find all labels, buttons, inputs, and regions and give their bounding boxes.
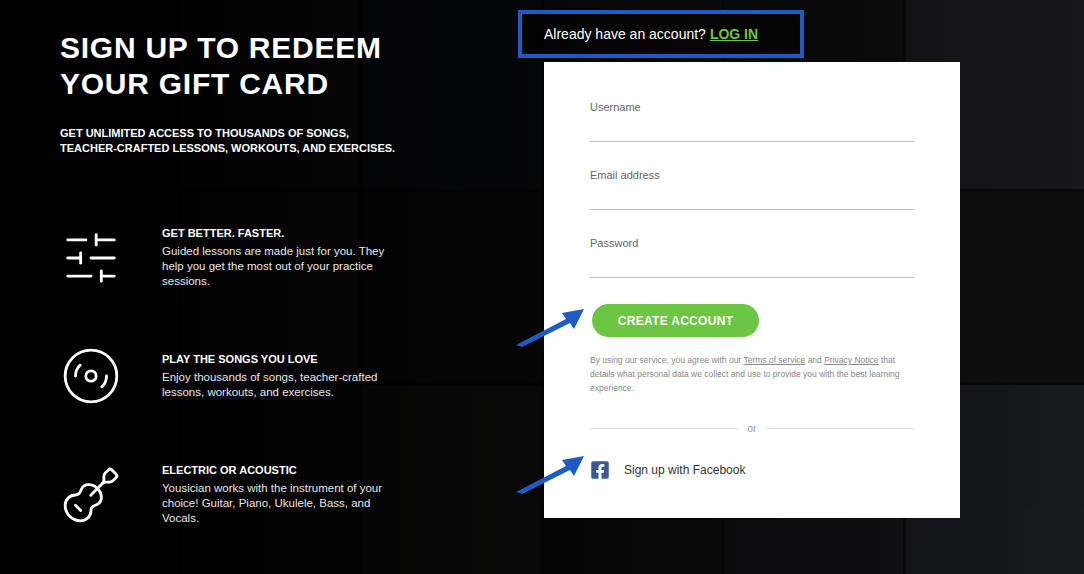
field-input[interactable]: [590, 250, 914, 278]
form-field: Email address: [590, 168, 914, 210]
form-field: Username: [590, 100, 914, 142]
field-label: Username: [590, 100, 914, 114]
login-prompt: Already have an account?LOG IN: [518, 10, 804, 58]
feature-title: PLAY THE SONGS YOU LOVE: [162, 352, 402, 366]
field-label: Password: [590, 236, 914, 250]
or-divider: or: [590, 421, 914, 436]
signup-column: Already have an account?LOG IN Username Em…: [518, 0, 960, 574]
field-input[interactable]: [590, 182, 914, 210]
login-link[interactable]: LOG IN: [710, 24, 758, 45]
songs-icon: [60, 345, 122, 407]
feature-text: Yousician works with the instrument of y…: [162, 481, 402, 526]
signup-card: Username Email address Password CREATE ACCO…: [544, 62, 960, 518]
page-subheading: GET UNLIMITED ACCESS TO THOUSANDS OF SON…: [60, 126, 405, 156]
terms-text: By using our service, you agree with our…: [590, 353, 914, 395]
signup-page: SIGN UP TO REDEEMYOUR GIFT CARD GET UNLIM…: [0, 0, 1084, 574]
create-account-button[interactable]: CREATE ACCOUNT: [592, 304, 759, 337]
field-label: Email address: [590, 168, 914, 182]
feature-item: ELECTRIC OR ACOUSTIC Yousician works with…: [60, 463, 518, 526]
page-heading: SIGN UP TO REDEEMYOUR GIFT CARD: [60, 30, 518, 102]
feature-title: ELECTRIC OR ACOUSTIC: [162, 463, 402, 477]
field-input[interactable]: [590, 114, 914, 142]
feature-item: GET BETTER. FASTER. Guided lessons are ma…: [60, 226, 518, 289]
feature-item: PLAY THE SONGS YOU LOVE Enjoy thousands o…: [60, 345, 518, 407]
privacy-link[interactable]: Privacy Notice: [824, 355, 878, 365]
terms-link[interactable]: Terms of service: [743, 355, 805, 365]
annotation-arrow-icon: [514, 305, 586, 349]
feature-list: GET BETTER. FASTER. Guided lessons are ma…: [60, 226, 518, 526]
lessons-icon: [60, 227, 122, 289]
facebook-signup[interactable]: Sign up with Facebook: [590, 460, 914, 480]
login-prompt-text: Already have an account?: [544, 24, 706, 45]
facebook-icon: [590, 460, 610, 480]
intro-column: SIGN UP TO REDEEMYOUR GIFT CARD GET UNLIM…: [0, 0, 518, 574]
feature-title: GET BETTER. FASTER.: [162, 226, 402, 240]
feature-text: Enjoy thousands of songs, teacher-crafte…: [162, 370, 402, 400]
instruments-icon: [60, 464, 122, 526]
annotation-arrow-icon: [514, 452, 586, 496]
form-field: Password: [590, 236, 914, 278]
feature-text: Guided lessons are made just for you. Th…: [162, 244, 402, 289]
